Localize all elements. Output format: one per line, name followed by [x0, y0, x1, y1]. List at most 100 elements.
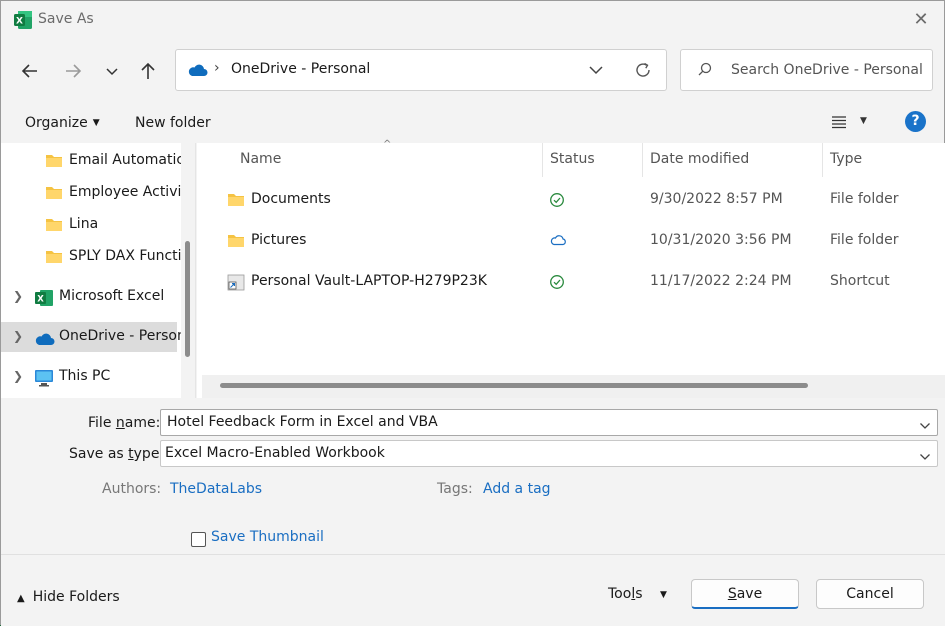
excel-icon: X — [34, 289, 54, 311]
save-as-dialog: X Save As ✕ › OneDrive - Personal Search… — [0, 0, 945, 626]
column-separator[interactable] — [642, 143, 643, 177]
caret-down-icon: ▼ — [92, 118, 100, 128]
file-name-input[interactable]: Hotel Feedback Form in Excel and VBA — [167, 414, 438, 430]
label-text: Too — [608, 586, 632, 602]
file-type: Shortcut — [830, 273, 890, 289]
column-separator[interactable] — [542, 143, 543, 177]
forward-arrow-icon[interactable] — [62, 59, 86, 83]
file-type: File folder — [830, 191, 899, 207]
label-text: ave — [736, 586, 763, 602]
sidebar-item-label: Lina — [69, 216, 99, 232]
caret-up-icon: ▲ — [17, 593, 25, 604]
sidebar-item-label: Microsoft Excel — [59, 288, 165, 304]
sidebar-item-this-pc[interactable]: ❯ This PC — [1, 362, 177, 392]
svg-text:X: X — [16, 17, 23, 27]
file-row-pictures[interactable]: Pictures 10/31/2020 3:56 PM File folder — [197, 222, 945, 262]
column-separator[interactable] — [822, 143, 823, 177]
sidebar-item-label: This PC — [59, 368, 111, 384]
command-toolbar: Organize ▼ New folder ▼ — [1, 103, 944, 143]
file-row-documents[interactable]: Documents 9/30/2022 8:57 PM File folder — [197, 181, 945, 221]
up-arrow-icon[interactable] — [137, 59, 161, 83]
excel-icon: X — [13, 10, 33, 30]
folder-icon — [45, 153, 63, 172]
hide-folders-button[interactable]: ▲ Hide Folders — [17, 589, 120, 605]
file-name: Personal Vault-LAPTOP-H279P23K — [251, 273, 487, 289]
sidebar-item-label: SPLY DAX Functi — [69, 248, 181, 264]
search-box[interactable]: Search OneDrive - Personal — [680, 49, 933, 91]
file-name-field[interactable]: Hotel Feedback Form in Excel and VBA — [160, 409, 938, 436]
status-synced-check-icon — [549, 274, 565, 294]
view-details-icon[interactable] — [831, 115, 847, 133]
tools-button[interactable]: Tools — [608, 586, 643, 602]
dialog-footer: ▲ Hide Folders Tools ▼ Save Cancel — [1, 554, 945, 626]
file-name: Pictures — [251, 232, 307, 248]
sidebar-item-lina[interactable]: Lina — [1, 210, 177, 240]
file-name-label: File name: — [88, 415, 160, 431]
refresh-icon[interactable] — [634, 61, 652, 83]
save-as-type-label: Save as type: — [69, 446, 164, 462]
label-text: ame: — [124, 415, 161, 431]
svg-text:X: X — [37, 295, 44, 305]
help-icon[interactable]: ? — [905, 111, 926, 132]
address-bar[interactable]: › OneDrive - Personal — [175, 49, 667, 91]
search-input[interactable]: Search OneDrive - Personal — [731, 62, 923, 78]
sidebar-item-label: OneDrive - Person — [59, 328, 181, 344]
horizontal-scrollbar-thumb[interactable] — [220, 383, 808, 388]
save-as-type-select[interactable]: Excel Macro-Enabled Workbook — [160, 440, 938, 467]
close-icon[interactable]: ✕ — [910, 9, 932, 31]
file-date: 9/30/2022 8:57 PM — [650, 191, 783, 207]
address-history-chevron-icon[interactable] — [588, 64, 604, 80]
chevron-right-icon[interactable]: ❯ — [13, 369, 23, 383]
column-header-status[interactable]: Status — [550, 151, 595, 167]
onedrive-icon — [186, 63, 208, 81]
view-options-caret-icon[interactable]: ▼ — [860, 116, 867, 126]
title-bar: X Save As ✕ — [1, 1, 944, 39]
pane-divider[interactable] — [195, 143, 196, 398]
sidebar-item-email-automation[interactable]: Email Automatic — [1, 146, 181, 176]
recent-locations-chevron-icon[interactable] — [103, 59, 127, 83]
organize-button[interactable]: Organize ▼ — [25, 115, 100, 131]
column-header-date-modified[interactable]: Date modified — [650, 151, 749, 167]
cancel-button[interactable]: Cancel — [816, 579, 924, 609]
tags-input[interactable]: Add a tag — [483, 481, 551, 497]
chevron-right-icon[interactable]: ❯ — [13, 289, 23, 303]
folder-icon — [45, 185, 63, 204]
save-button[interactable]: Save — [691, 579, 799, 609]
tools-caret-icon[interactable]: ▼ — [660, 590, 667, 600]
chevron-down-icon[interactable] — [919, 418, 931, 434]
sidebar-item-employee-activity[interactable]: Employee Activi — [1, 178, 181, 208]
sidebar-scrollbar[interactable] — [185, 241, 190, 357]
sidebar-item-label: Employee Activi — [69, 184, 181, 200]
chevron-right-icon[interactable]: ❯ — [13, 329, 23, 343]
onedrive-icon — [33, 332, 55, 350]
save-thumbnail-checkbox[interactable] — [191, 532, 206, 547]
authors-value[interactable]: TheDataLabs — [170, 481, 262, 497]
back-arrow-icon[interactable] — [19, 59, 43, 83]
shortcut-icon — [227, 274, 245, 295]
label-accelerator: S — [727, 586, 737, 602]
folder-icon — [45, 249, 63, 268]
address-path[interactable]: OneDrive - Personal — [231, 61, 370, 77]
save-options-form: File name: Hotel Feedback Form in Excel … — [1, 398, 945, 554]
computer-icon — [34, 369, 54, 391]
file-list: ^ Name Status Date modified Type Documen… — [197, 139, 945, 398]
folder-icon — [45, 217, 63, 236]
sidebar-item-microsoft-excel[interactable]: ❯ X Microsoft Excel — [1, 282, 177, 312]
file-row-personal-vault[interactable]: Personal Vault-LAPTOP-H279P23K 11/17/202… — [197, 263, 945, 303]
save-thumbnail-label[interactable]: Save Thumbnail — [211, 529, 324, 545]
sidebar-item-onedrive[interactable]: ❯ OneDrive - Person — [1, 322, 181, 352]
column-header-type[interactable]: Type — [830, 151, 862, 167]
column-header-name[interactable]: Name — [240, 151, 281, 167]
search-icon — [697, 62, 713, 82]
new-folder-button[interactable]: New folder — [135, 115, 211, 131]
sidebar-item-sply-dax[interactable]: SPLY DAX Functi — [1, 242, 181, 272]
authors-label: Authors: — [102, 481, 162, 497]
browser-area: Email Automatic Employee Activi Lina SPL… — [1, 139, 945, 398]
status-cloud-icon — [549, 233, 567, 251]
organize-label: Organize — [25, 115, 88, 131]
file-date: 10/31/2020 3:56 PM — [650, 232, 792, 248]
chevron-down-icon[interactable] — [919, 449, 931, 465]
navigation-pane: Email Automatic Employee Activi Lina SPL… — [1, 143, 181, 398]
file-date: 11/17/2022 2:24 PM — [650, 273, 792, 289]
file-name: Documents — [251, 191, 331, 207]
